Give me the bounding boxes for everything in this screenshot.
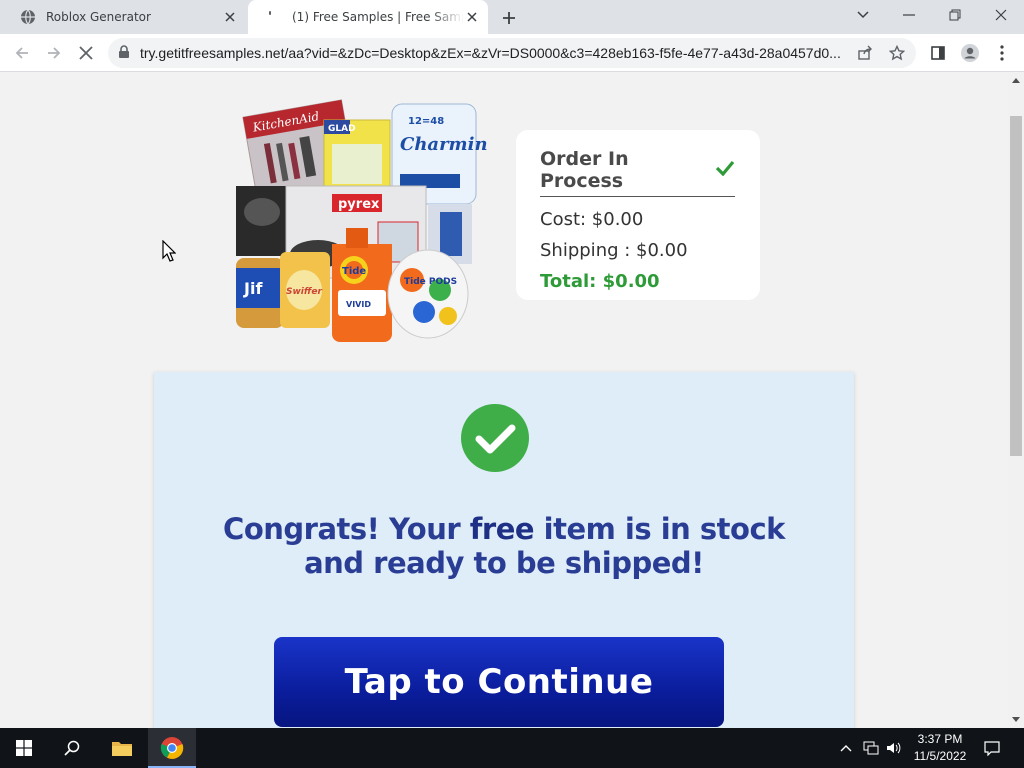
tab-search-button[interactable] [840,0,886,30]
notifications-icon[interactable] [982,738,1002,758]
congrats-line1-post: item is in stock [534,512,786,546]
clock-time: 3:37 PM [917,732,963,746]
scroll-thumb[interactable] [1010,116,1022,456]
close-tab-icon[interactable] [222,9,238,25]
network-icon[interactable] [861,738,881,758]
tab-free-samples[interactable]: (1) Free Samples | Free Samples - [248,0,488,34]
tap-to-continue-button[interactable]: Tap to Continue [274,637,724,727]
system-clock[interactable]: 3:37 PM 11/5/2022 [906,731,974,765]
windows-taskbar: 3:37 PM 11/5/2022 [0,728,1024,768]
product-collage-image: KitchenAid GLAD Charmin 12=48 pyrex Jif … [236,99,488,342]
order-summary-card: Order In Process Cost: $0.00 Shipping : … [516,130,760,300]
back-button[interactable] [8,39,36,67]
volume-icon[interactable] [884,738,904,758]
tab-title: (1) Free Samples | Free Samples - [292,10,464,24]
order-shipping: Shipping : $0.00 [540,240,688,261]
chrome-taskbar-icon[interactable] [148,728,196,768]
checkmark-icon [715,159,735,181]
congrats-line2: and ready to be shipped! [304,546,704,580]
congrats-line1-pre: Congrats! Your [223,512,470,546]
lock-icon[interactable] [118,44,130,63]
globe-icon [20,9,36,25]
order-title-text: Order In Process [540,148,629,192]
restore-button[interactable] [932,0,978,30]
tab-title: Roblox Generator [46,10,151,24]
page-scrollbar[interactable] [1008,72,1024,728]
windows-start-icon[interactable] [0,728,48,768]
bookmark-star-icon[interactable] [888,44,906,62]
svg-text:Charmin: Charmin [400,134,488,155]
order-title: Order In Process [540,148,735,197]
new-tab-button[interactable] [498,7,520,29]
browser-toolbar: try.getitfreesamples.net/aa?vid=&zDc=Des… [0,34,1024,72]
svg-text:Tide PODS: Tide PODS [404,277,457,287]
svg-text:Swiffer: Swiffer [286,287,322,297]
minimize-button[interactable] [886,0,932,30]
share-icon[interactable] [856,44,874,62]
page-viewport: KitchenAid GLAD Charmin 12=48 pyrex Jif … [0,72,1008,728]
tab-strip: Roblox Generator (1) Free Samples | Free… [0,0,1024,34]
scroll-down-arrow-icon[interactable] [1008,712,1024,728]
success-check-icon [461,404,529,472]
order-total: Total: $0.00 [540,271,660,292]
close-window-button[interactable] [978,0,1024,30]
svg-text:Jif: Jif [243,279,263,298]
congrats-free-word: free [469,512,535,546]
tab-roblox-generator[interactable]: Roblox Generator [8,0,246,34]
show-hidden-icons-chevron-icon[interactable] [836,738,856,758]
side-panel-icon[interactable] [924,39,952,67]
svg-text:Tide: Tide [342,266,366,277]
mouse-cursor-icon [162,240,176,262]
address-bar[interactable]: try.getitfreesamples.net/aa?vid=&zDc=Des… [108,38,916,68]
order-cost: Cost: $0.00 [540,209,644,230]
clock-date: 11/5/2022 [913,749,967,763]
svg-text:GLAD: GLAD [328,124,356,134]
search-icon[interactable] [48,728,96,768]
close-tab-icon[interactable] [464,9,480,25]
menu-kebab-icon[interactable] [988,39,1016,67]
stop-loading-button[interactable] [72,39,100,67]
loading-icon [266,9,282,25]
svg-text:12=48: 12=48 [408,116,444,127]
profile-avatar-icon[interactable] [956,39,984,67]
svg-text:VIVID: VIVID [346,300,371,309]
forward-button[interactable] [40,39,68,67]
congrats-panel: Congrats! Your free item is in stock and… [154,372,854,728]
url-text: try.getitfreesamples.net/aa?vid=&zDc=Des… [140,45,840,61]
congrats-message: Congrats! Your free item is in stock and… [184,512,824,580]
svg-text:pyrex: pyrex [338,197,380,212]
file-explorer-icon[interactable] [98,728,146,768]
scroll-up-arrow-icon[interactable] [1008,72,1024,88]
